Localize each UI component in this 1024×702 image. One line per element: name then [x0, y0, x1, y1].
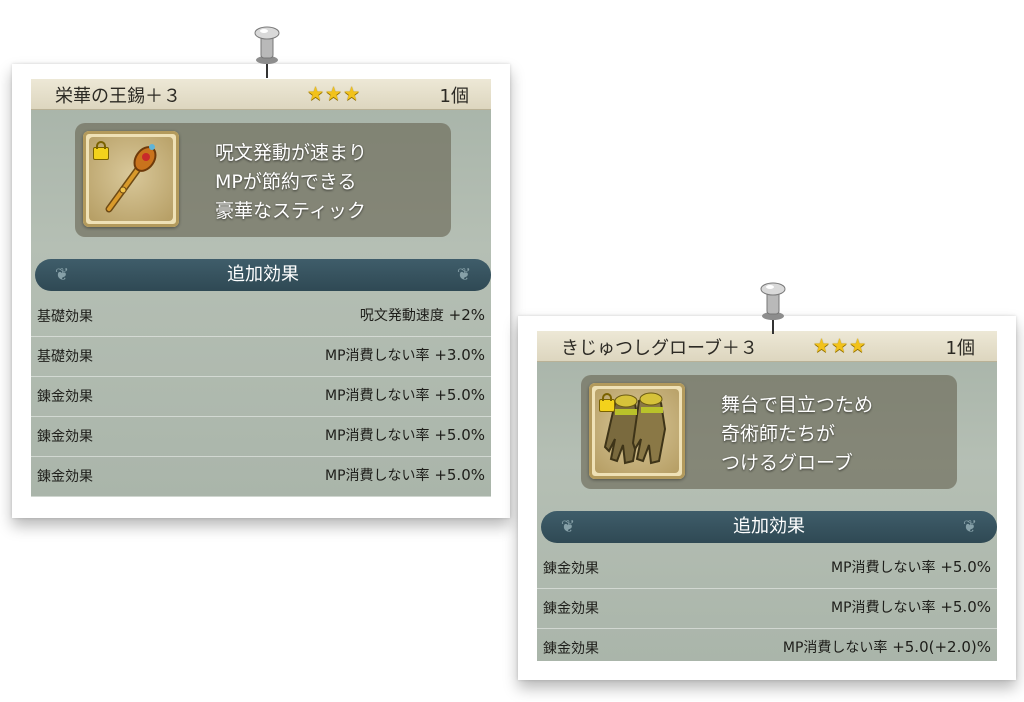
item-card-scepter: 栄華の王錫＋３ ★★★ 1個 呪文発動が速まり MPが節約できる 豪華なスティッ: [12, 64, 510, 518]
effect-value: MP消費しない率 +5.0%: [325, 466, 485, 484]
effect-row: 錬金効果 MP消費しない率 +5.0%: [537, 548, 997, 589]
item-icon-frame[interactable]: [83, 131, 179, 227]
effect-row: 基礎効果 MP消費しない率 +3.0%: [31, 336, 491, 377]
effect-value: 呪文発動速度 +2%: [359, 306, 485, 324]
effect-type: 錬金効果: [543, 641, 599, 657]
effect-type: 基礎効果: [37, 349, 93, 365]
effect-value: MP消費しない率 +3.0%: [325, 346, 485, 364]
item-name: きじゅつしグローブ＋３: [561, 338, 758, 359]
effect-type: 錬金効果: [543, 601, 599, 617]
item-description: 舞台で目立つため 奇術師たちが つけるグローブ: [721, 394, 874, 474]
pushpin-icon: [760, 282, 786, 334]
effect-value: MP消費しない率 +5.0%: [831, 598, 991, 616]
item-name: 栄華の王錫＋３: [55, 86, 181, 107]
item-quantity: 1個: [945, 338, 975, 359]
lock-icon: [599, 393, 615, 412]
additional-effects-header: ❦ 追加効果 ❦: [541, 511, 997, 543]
rarity-stars: ★★★: [307, 83, 362, 105]
pushpin-icon: [254, 26, 280, 78]
effect-row: 錬金効果 MP消費しない率 +5.0%: [31, 456, 491, 497]
effect-row: 錬金効果 MP消費しない率 +5.0%: [31, 376, 491, 417]
effect-value: MP消費しない率 +5.0(+2.0)%: [782, 638, 991, 656]
ornament-left-icon: ❦: [560, 517, 576, 537]
rarity-stars: ★★★: [813, 335, 868, 357]
item-panel: 栄華の王錫＋３ ★★★ 1個 呪文発動が速まり MPが節約できる 豪華なスティッ: [31, 79, 491, 497]
effect-row: 錬金効果 MP消費しない率 +5.0(+2.0)%: [537, 628, 997, 661]
effect-row: 基礎効果 呪文発動速度 +2%: [31, 296, 491, 337]
effect-value: MP消費しない率 +5.0%: [325, 426, 485, 444]
item-panel: きじゅつしグローブ＋３ ★★★ 1個 舞台で目立つため 奇術師たちが つけるグロ: [537, 331, 997, 661]
additional-effects-header: ❦ 追加効果 ❦: [35, 259, 491, 291]
item-card-glove: きじゅつしグローブ＋３ ★★★ 1個 舞台で目立つため 奇術師たちが つけるグロ: [518, 316, 1016, 680]
effect-row: 錬金効果 MP消費しない率 +5.0%: [31, 416, 491, 457]
ornament-right-icon: ❦: [962, 517, 978, 537]
effect-value: MP消費しない率 +5.0%: [831, 558, 991, 576]
item-icon-frame[interactable]: [589, 383, 685, 479]
item-description: 呪文発動が速まり MPが節約できる 豪華なスティック: [215, 142, 368, 222]
ornament-left-icon: ❦: [54, 265, 70, 285]
effect-type: 錬金効果: [543, 561, 599, 577]
effect-type: 基礎効果: [37, 309, 93, 325]
effect-value: MP消費しない率 +5.0%: [325, 386, 485, 404]
ornament-right-icon: ❦: [456, 265, 472, 285]
effect-row: 錬金効果 MP消費しない率 +5.0%: [537, 588, 997, 629]
item-quantity: 1個: [439, 86, 469, 107]
effect-type: 錬金効果: [37, 469, 93, 485]
item-title-bar: 栄華の王錫＋３ ★★★ 1個: [31, 79, 491, 110]
lock-icon: [93, 141, 109, 160]
effect-type: 錬金効果: [37, 389, 93, 405]
effect-type: 錬金効果: [37, 429, 93, 445]
